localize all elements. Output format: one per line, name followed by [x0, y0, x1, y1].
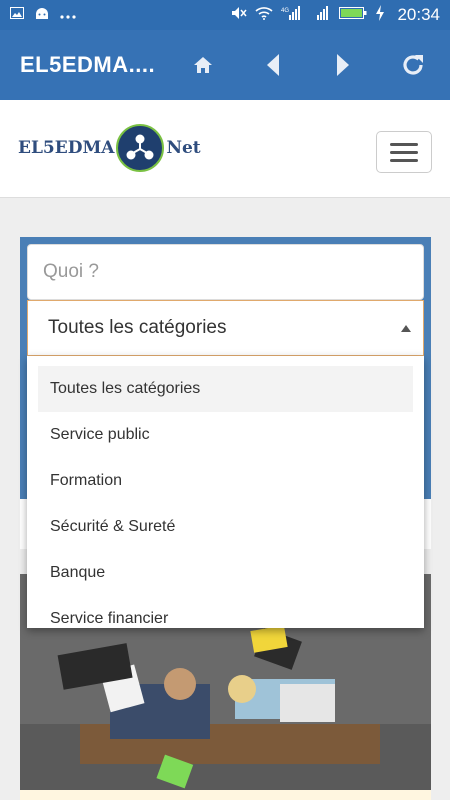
caret-up-icon — [401, 325, 411, 332]
app-title: EL5EDMA.... — [20, 52, 156, 77]
svg-text:4G: 4G — [281, 8, 289, 14]
site-logo[interactable]: EL5EDMA Net — [18, 124, 201, 172]
logo-text-left: EL5EDMA — [18, 138, 115, 158]
mute-icon — [231, 6, 248, 25]
menu-toggle-button[interactable] — [376, 131, 432, 173]
category-dropdown-list: Toutes les catégories Service public For… — [27, 356, 424, 628]
more-icon — [60, 6, 76, 24]
banner-caption-strip — [20, 790, 431, 800]
logo-emblem-icon — [116, 124, 165, 172]
charging-icon — [375, 4, 385, 26]
image-icon — [10, 6, 24, 24]
search-input[interactable]: Quoi ? — [27, 244, 424, 300]
dropdown-option[interactable]: Banque — [38, 550, 413, 596]
dropdown-option[interactable]: Service public — [38, 412, 413, 458]
wifi-icon — [255, 6, 273, 25]
menu-icon-bar — [390, 150, 418, 154]
category-select-value: Toutes les catégories — [48, 317, 227, 338]
signal-icon: 4G — [281, 5, 303, 25]
android-icon — [34, 6, 50, 25]
app-bar: EL5EDMA.... — [0, 30, 450, 100]
refresh-icon[interactable] — [400, 52, 426, 78]
battery-icon — [339, 6, 367, 25]
dropdown-option[interactable]: Service financier — [38, 596, 413, 628]
clock: 20:34 — [397, 5, 440, 24]
menu-icon-bar — [390, 158, 418, 162]
dropdown-option[interactable]: Toutes les catégories — [38, 366, 413, 412]
dropdown-option[interactable]: Sécurité & Sureté — [38, 504, 413, 550]
home-icon[interactable] — [190, 52, 216, 78]
dropdown-option[interactable]: Formation — [38, 458, 413, 504]
back-icon[interactable] — [260, 52, 286, 78]
forward-icon[interactable] — [330, 52, 356, 78]
site-header: EL5EDMA Net — [0, 100, 450, 198]
menu-icon-bar — [390, 142, 418, 146]
category-select[interactable]: Toutes les catégories — [27, 300, 424, 356]
status-bar: 4G 20:34 — [0, 0, 450, 30]
signal-icon — [311, 5, 331, 25]
logo-text-right: Net — [166, 138, 201, 158]
